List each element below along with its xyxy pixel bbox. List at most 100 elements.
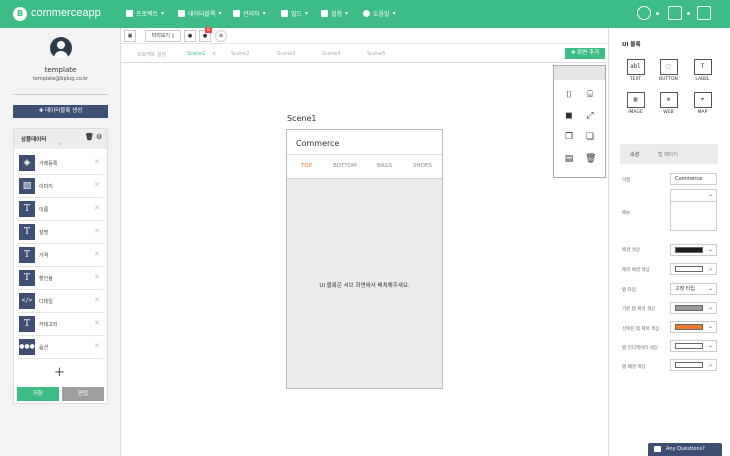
nav-project[interactable]: 프로젝트 ▾ — [126, 9, 164, 18]
edit-button[interactable]: 편집 — [62, 387, 104, 401]
tab-indicator-color-picker[interactable]: ⌄ — [670, 340, 717, 352]
name-field[interactable]: Commerce — [670, 173, 717, 185]
add-item-icon[interactable]: + — [54, 366, 65, 379]
close-icon[interactable]: ✕ — [94, 274, 100, 281]
chat-button[interactable]: Any Questions? — [648, 443, 722, 456]
close-icon[interactable]: ✕ — [94, 343, 100, 350]
tab-type-select[interactable]: 고정 타입 ⌄ — [670, 283, 717, 295]
list-item[interactable]: ●●● 옵션 ✕ — [18, 337, 103, 359]
label-block-icon: T — [693, 59, 712, 75]
nav-settings-label: 설정 — [331, 11, 343, 18]
gear-icon[interactable]: ⚙ — [96, 134, 103, 141]
nav-admin[interactable]: 관리자 ▾ — [233, 9, 266, 18]
trash-icon[interactable]: 🗑 — [585, 154, 596, 164]
align-top-icon[interactable]: ⌷ — [564, 90, 574, 100]
list-item[interactable]: T 할인율 ✕ — [18, 268, 103, 290]
close-icon[interactable]: ✕ — [94, 205, 100, 212]
nav-settings[interactable]: 설정 ▾ — [321, 9, 348, 18]
web-block-icon: ⊕ — [659, 92, 678, 108]
add-scene-button[interactable]: ✚ 화면 추가 — [565, 48, 605, 59]
paste-icon[interactable]: ❏ — [585, 132, 595, 142]
close-icon[interactable]: ✕ — [94, 182, 100, 189]
text-icon: T — [19, 201, 35, 217]
tab-scene2[interactable]: Scene2 — [231, 51, 249, 57]
block-button[interactable]: ⬚ BUTTON — [652, 59, 685, 82]
block-image[interactable]: ▨ IMAGE — [619, 92, 652, 115]
menu-select[interactable]: ⌄ — [670, 189, 717, 231]
tab-scene5[interactable]: Scene5 — [367, 51, 385, 57]
prop-label: 탭 인디케이터 색상 — [622, 346, 658, 351]
list-item[interactable]: ▨ 이미지 ✕ — [18, 176, 103, 198]
list-item[interactable]: ◈ 거래등록 ✕ — [18, 153, 103, 175]
block-label-item[interactable]: T LABEL — [686, 59, 719, 82]
list-item[interactable]: </> 디테일 ✕ — [18, 291, 103, 313]
phone-preview[interactable]: Commerce TOP BOTTOM BAGS SHOES UI 블록은 서브… — [286, 129, 443, 389]
prop-label: 이름 — [622, 178, 631, 183]
tab-properties[interactable]: 속성 — [630, 151, 639, 158]
preview-button[interactable]: 미리보기 ▯ — [145, 30, 181, 42]
list-item[interactable]: T 가격 ✕ — [18, 245, 103, 267]
save-button[interactable]: 저장 — [17, 387, 59, 401]
tab-bg-color-picker[interactable]: ⌄ — [670, 359, 717, 371]
close-icon[interactable]: ✕ — [94, 159, 100, 166]
preview-label: 미리보기 — [151, 33, 171, 39]
chevron-down-icon: ▾ — [305, 10, 309, 17]
bring-front-icon[interactable]: ◼ — [564, 111, 574, 121]
list-item[interactable]: T 이름 ✕ — [18, 199, 103, 221]
tab-project-settings[interactable]: 프로젝트 설정 — [137, 51, 166, 58]
save-icon[interactable]: ▣ — [124, 30, 136, 42]
block-map[interactable]: ⌖ MAP — [686, 92, 719, 115]
android-icon[interactable]: ● — [184, 30, 196, 42]
app-name[interactable]: commerceapp — [31, 7, 101, 19]
avatar[interactable] — [50, 37, 72, 59]
close-icon[interactable]: ✕ — [94, 320, 100, 327]
block-web[interactable]: ⊕ WEB — [652, 92, 685, 115]
help-icon — [363, 10, 370, 17]
create-datablock-button[interactable]: ✚ 데이터블록 생성 — [13, 105, 108, 118]
chevron-down-icon: ▾ — [161, 10, 165, 17]
phone-tab-shoes[interactable]: SHOES — [413, 163, 432, 169]
globe-icon[interactable]: ⊕ — [215, 30, 227, 42]
nav-build[interactable]: 빌드 ▾ — [281, 9, 308, 18]
trash-icon[interactable]: 🗑 — [85, 134, 94, 141]
chevron-down-icon: ⌄ — [707, 304, 713, 311]
collapse-icon[interactable]: ⌃ — [58, 143, 62, 149]
user-settings-icon[interactable] — [637, 6, 651, 20]
export-icon[interactable] — [668, 6, 682, 20]
phone-tab-top[interactable]: TOP — [301, 163, 312, 169]
selected-tab-color-picker[interactable]: ⌄ — [670, 321, 717, 333]
tab-tab-page[interactable]: 탭 페이지 — [658, 151, 678, 158]
copy-icon[interactable]: ❐ — [564, 132, 574, 142]
list-item[interactable]: T 설명 ✕ — [18, 222, 103, 244]
chevron-down-icon: ⌄ — [707, 323, 713, 330]
code-icon: </> — [19, 293, 35, 309]
close-icon[interactable]: ✕ — [212, 51, 216, 57]
nav-help[interactable]: 도움말 ▾ — [363, 9, 396, 18]
align-center-icon[interactable]: ⌸ — [585, 90, 595, 100]
prop-label: 메뉴 — [622, 211, 631, 216]
title-bg-color-picker[interactable]: ⌄ — [670, 263, 717, 275]
notification-badge: B — [205, 27, 212, 33]
chevron-down-icon: ⌄ — [707, 265, 713, 272]
add-page-icon[interactable]: ▤ — [564, 154, 574, 164]
phone-tab-bottom[interactable]: BOTTOM — [333, 163, 357, 169]
logout-icon[interactable] — [697, 6, 711, 20]
app-logo-icon[interactable]: B — [13, 7, 27, 21]
scene-label: Scene1 — [287, 114, 317, 123]
expand-icon[interactable]: ⤢ — [585, 111, 595, 121]
close-icon[interactable]: ✕ — [94, 228, 100, 235]
nav-datablock[interactable]: 데이터블록 ▾ — [178, 9, 222, 18]
tab-title-color-picker[interactable]: ⌄ — [670, 302, 717, 314]
tab-scene1[interactable]: Scene1 — [187, 51, 205, 57]
close-icon[interactable]: ✕ — [94, 251, 100, 258]
close-icon[interactable]: ✕ — [94, 297, 100, 304]
tab-scene3[interactable]: Scene3 — [277, 51, 295, 57]
list-item[interactable]: T 카테고리 ✕ — [18, 314, 103, 336]
tab-scene4[interactable]: Scene4 — [322, 51, 340, 57]
panel-drag-handle[interactable] — [554, 66, 605, 80]
chevron-down-icon: ▾ — [392, 10, 396, 17]
chat-label: Any Questions? — [666, 446, 705, 452]
bg-color-picker[interactable]: ⌄ — [670, 244, 717, 256]
phone-tab-bags[interactable]: BAGS — [377, 163, 392, 169]
block-text[interactable]: abl TEXT — [619, 59, 652, 82]
